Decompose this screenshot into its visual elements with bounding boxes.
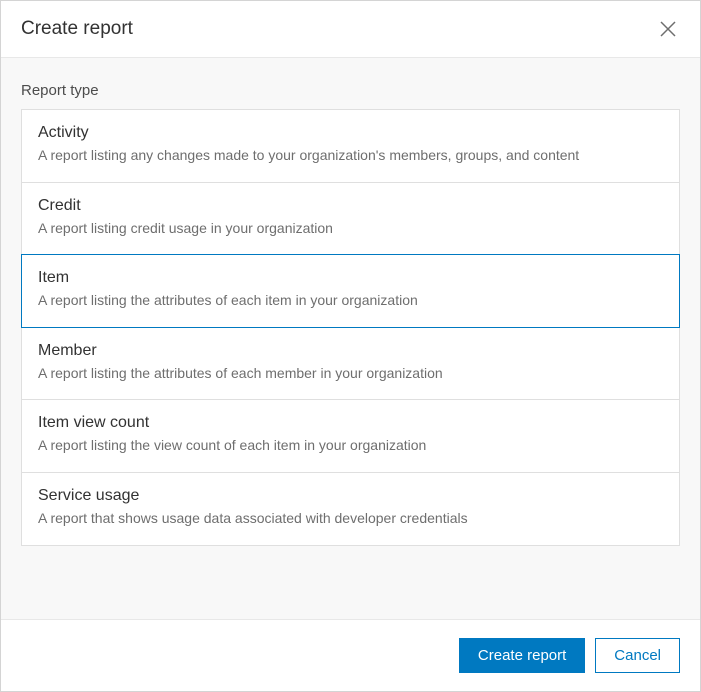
option-desc: A report listing the view count of each … — [38, 436, 663, 456]
option-desc: A report listing the attributes of each … — [38, 364, 663, 384]
dialog-footer: Create report Cancel — [1, 619, 700, 691]
option-title: Credit — [38, 197, 663, 215]
create-report-dialog: Create report Report type Activity A rep… — [0, 0, 701, 692]
dialog-title: Create report — [21, 18, 133, 40]
close-button[interactable] — [656, 17, 680, 41]
report-option-item-view-count[interactable]: Item view count A report listing the vie… — [21, 399, 680, 473]
close-icon — [659, 20, 677, 38]
report-type-label: Report type — [21, 82, 680, 99]
dialog-body: Report type Activity A report listing an… — [1, 58, 700, 619]
report-option-item[interactable]: Item A report listing the attributes of … — [21, 254, 680, 328]
report-option-credit[interactable]: Credit A report listing credit usage in … — [21, 182, 680, 256]
option-title: Activity — [38, 124, 663, 142]
report-option-activity[interactable]: Activity A report listing any changes ma… — [21, 109, 680, 183]
option-title: Service usage — [38, 487, 663, 505]
option-desc: A report listing the attributes of each … — [38, 291, 663, 311]
option-title: Member — [38, 342, 663, 360]
report-option-service-usage[interactable]: Service usage A report that shows usage … — [21, 472, 680, 546]
option-title: Item — [38, 269, 663, 287]
option-desc: A report listing credit usage in your or… — [38, 219, 663, 239]
option-desc: A report that shows usage data associate… — [38, 509, 663, 529]
create-report-button[interactable]: Create report — [459, 638, 585, 673]
option-title: Item view count — [38, 414, 663, 432]
report-type-list: Activity A report listing any changes ma… — [21, 109, 680, 545]
report-option-member[interactable]: Member A report listing the attributes o… — [21, 327, 680, 401]
option-desc: A report listing any changes made to you… — [38, 146, 663, 166]
cancel-button[interactable]: Cancel — [595, 638, 680, 673]
dialog-header: Create report — [1, 1, 700, 58]
